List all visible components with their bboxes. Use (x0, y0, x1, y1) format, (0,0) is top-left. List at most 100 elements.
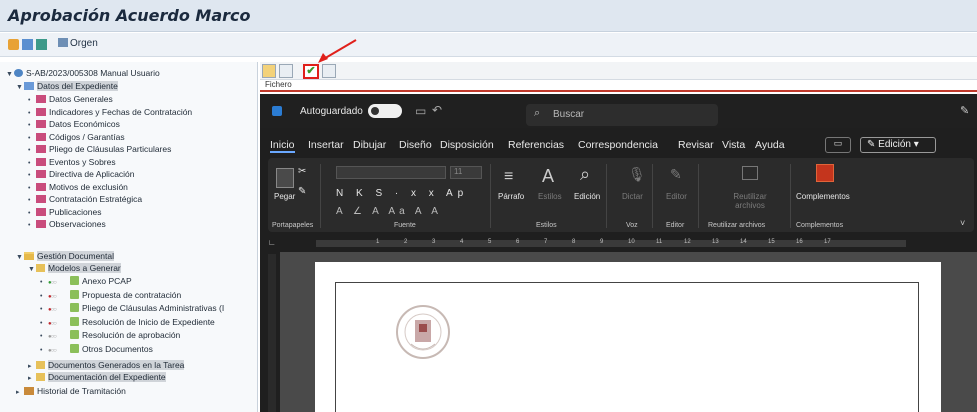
bullet-icon: • (28, 134, 31, 142)
document-page[interactable] (315, 262, 941, 412)
tree-item[interactable]: • Indicadores y Fechas de Contratación (28, 107, 192, 118)
status-lights-icon: ●○○ (48, 334, 57, 340)
tab-referencias[interactable]: Referencias (508, 139, 564, 151)
undo-icon[interactable]: ↶ (432, 103, 442, 117)
expand-icon[interactable]: ▸ (16, 387, 24, 398)
font-style-buttons[interactable]: N K S · x x Ap (336, 188, 468, 199)
model-item[interactable]: • ●○○ Pliego de Cláusulas Administrativas … (40, 303, 224, 314)
add-ins-button[interactable]: Complementos (796, 192, 850, 201)
tab-diseno[interactable]: Diseño (399, 139, 432, 151)
tree-node-documentacion[interactable]: ▸ Documentación del Expediente (28, 372, 166, 383)
tree-node-modelos[interactable]: ▼ Modelos a Generar (28, 263, 121, 274)
model-item[interactable]: • ●○○ Anexo PCAP (40, 276, 132, 287)
fichero-menu[interactable]: Fichero (260, 80, 977, 92)
edit-icon[interactable] (262, 64, 276, 78)
reuse-files-icon[interactable] (742, 166, 758, 180)
toggle-icon (371, 107, 379, 115)
expand-icon[interactable]: ▸ (28, 361, 36, 372)
tree-item[interactable]: • Pliego de Cláusulas Particulares (28, 144, 171, 155)
font-name-field[interactable] (336, 166, 446, 179)
status-lights-icon: ●○○ (48, 307, 57, 313)
paragraph-button[interactable]: Párrafo (498, 192, 524, 201)
expand-icon[interactable]: ▼ (28, 264, 36, 275)
expand-icon[interactable]: ▼ (16, 82, 24, 93)
styles-icon[interactable]: A (542, 166, 554, 187)
tab-revisar[interactable]: Revisar (678, 139, 714, 151)
bullet-icon: • (28, 184, 31, 192)
bullet-icon: • (40, 346, 43, 354)
filter-icon[interactable] (22, 39, 33, 50)
app-title: Aprobación Acuerdo Marco (8, 6, 251, 25)
tree-item-label: Observaciones (49, 219, 106, 229)
tree-item[interactable]: • Contratación Estratégica (28, 194, 142, 205)
paragraph-icon[interactable]: ≡ (504, 168, 513, 186)
tree-item-label: Publicaciones (49, 206, 102, 217)
tab-stop-icon[interactable]: ∟ (268, 238, 276, 247)
format-painter-icon[interactable]: ✎ (298, 186, 306, 197)
tree-item[interactable]: • Directiva de Aplicación (28, 169, 135, 180)
tab-inicio[interactable]: Inicio (270, 139, 295, 153)
tree-node-docs-generados[interactable]: ▸ Documentos Generados en la Tarea (28, 360, 185, 372)
document-icon (36, 145, 46, 153)
paste-icon[interactable] (276, 168, 294, 188)
refresh-icon[interactable] (8, 39, 19, 50)
edit-mode-dropdown[interactable]: ✎ Edición ▾ (860, 137, 936, 153)
editing-button[interactable]: Edición (574, 192, 600, 201)
tree-node-datos[interactable]: ▼ Datos del Expediente (16, 81, 118, 92)
paste-label[interactable]: Pegar (274, 192, 295, 201)
font-size-field[interactable]: 11 (450, 166, 482, 179)
vertical-ruler (268, 254, 276, 412)
reuse-files-button[interactable]: Reutilizar archivos (720, 192, 780, 210)
close-document-icon[interactable] (322, 64, 336, 78)
expand-icon[interactable]: ▼ (16, 252, 24, 263)
bullet-icon: • (28, 109, 31, 117)
add-ins-icon[interactable] (816, 164, 834, 182)
save-icon[interactable] (279, 64, 293, 78)
tab-disposicion[interactable]: Disposición (440, 139, 494, 151)
tree-icon[interactable] (36, 39, 47, 50)
cut-icon[interactable]: ✂ (298, 166, 306, 177)
microphone-icon[interactable]: 🎙 (628, 166, 646, 183)
expand-icon[interactable]: ▸ (28, 373, 36, 384)
tree-item[interactable]: • Datos Generales (28, 94, 113, 105)
tree-item-label: Indicadores y Fechas de Contratación (49, 106, 193, 117)
tree-item[interactable]: • Observaciones (28, 219, 106, 230)
model-item[interactable]: • ●○○ Resolución de aprobación (40, 330, 180, 341)
status-lights-icon: ●○○ (48, 280, 57, 286)
university-seal-icon (396, 305, 450, 359)
tree-root[interactable]: ▼ S-AB/2023/005308 Manual Usuario (6, 68, 160, 79)
chevron-down-icon[interactable]: ˅ (960, 218, 965, 228)
search-icon[interactable]: ⌕ (580, 164, 590, 185)
font-color-buttons[interactable]: A ∠ A Aa A A (336, 206, 442, 217)
tab-vista[interactable]: Vista (722, 139, 745, 151)
expand-icon[interactable]: ▼ (6, 69, 14, 80)
comments-button[interactable]: ▭ (825, 137, 851, 153)
editor-button[interactable]: Editor (666, 192, 687, 201)
tree-node-historial[interactable]: ▸ Historial de Tramitación (16, 386, 126, 397)
tree-item[interactable]: • Códigos / Garantías (28, 132, 125, 143)
ruler-number: 5 (488, 239, 492, 245)
model-item[interactable]: • ●○○ Resolución de Inicio de Expediente (40, 316, 215, 328)
orgen-button[interactable]: Orgen (58, 38, 98, 49)
tree-node-gestion[interactable]: ▼ Gestión Documental (16, 251, 115, 263)
tree-item[interactable]: • Publicaciones (28, 207, 101, 218)
tab-insertar[interactable]: Insertar (308, 139, 344, 151)
group-estilos: Estilos (536, 222, 557, 229)
tree-item[interactable]: • Motivos de exclusión (28, 182, 128, 193)
tree-item-label: Pliego de Cláusulas Particulares (49, 144, 172, 154)
search-box[interactable]: ⌕ Buscar (526, 104, 718, 126)
editor-icon[interactable]: ✎ (670, 166, 682, 183)
autosave-toggle[interactable] (368, 104, 402, 118)
tree-item[interactable]: • Datos Económicos (28, 119, 120, 130)
styles-button[interactable]: Estilos (538, 192, 562, 201)
save-icon[interactable]: ▭ (415, 104, 426, 118)
dictate-button[interactable]: Dictar (622, 192, 643, 201)
tab-dibujar[interactable]: Dibujar (353, 139, 386, 151)
model-item[interactable]: • ●○○ Otros Documentos (40, 343, 153, 355)
tree-item[interactable]: • Eventos y Sobres (28, 157, 116, 168)
model-item[interactable]: • ●○○ Propuesta de contratación (40, 289, 181, 301)
word-window: Autoguardado ▭ ↶ ⌕ Buscar ✎ Inicio Inser… (260, 94, 977, 412)
pen-icon[interactable]: ✎ (960, 104, 969, 117)
tab-ayuda[interactable]: Ayuda (755, 139, 785, 151)
tab-correspondencia[interactable]: Correspondencia (578, 139, 658, 151)
